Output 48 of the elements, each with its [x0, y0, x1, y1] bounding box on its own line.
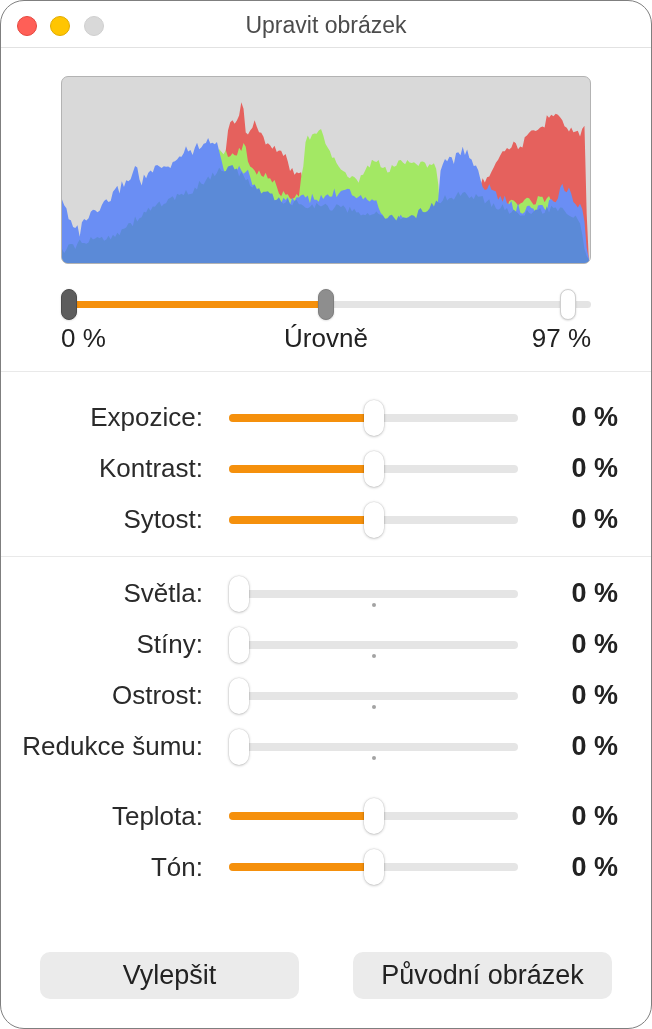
slider-track[interactable]: [229, 849, 518, 885]
close-button[interactable]: [16, 16, 37, 36]
slider-value: 0 %: [571, 731, 618, 762]
levels-slider-track[interactable]: [61, 289, 591, 320]
slider-value: 0 %: [571, 453, 618, 484]
slider-label: Stíny:: [136, 629, 203, 660]
slider-thumb[interactable]: [363, 450, 384, 487]
window-title: Upravit obrázek: [245, 10, 407, 39]
slider-track[interactable]: [229, 575, 518, 612]
slider-label: Tón:: [150, 851, 203, 883]
slider-thumb[interactable]: [229, 626, 249, 663]
levels-handle[interactable]: [318, 289, 334, 320]
slider-label: Teplota:: [111, 800, 203, 832]
slider-label: Ostrost:: [112, 680, 203, 711]
slider-thumb[interactable]: [363, 849, 384, 885]
slider-label: Expozice:: [90, 402, 203, 433]
slider-track[interactable]: [229, 626, 518, 663]
slider-thumb[interactable]: [363, 798, 384, 834]
slider-thumb[interactable]: [363, 399, 384, 436]
slider-track[interactable]: [229, 399, 518, 436]
slider-value: 0 %: [571, 800, 618, 832]
slider-label: Světla:: [123, 578, 203, 609]
levels-handle[interactable]: [61, 289, 77, 320]
levels-max-value: 97 %: [531, 324, 591, 352]
levels-min-value: 0 %: [61, 324, 106, 352]
slider-value: 0 %: [571, 680, 618, 711]
slider-track[interactable]: [229, 728, 518, 765]
slider-track[interactable]: [229, 677, 518, 714]
slider-label: Redukce šumu:: [22, 731, 203, 762]
zoom-button[interactable]: [83, 16, 104, 36]
slider-track[interactable]: [229, 798, 518, 834]
minimize-button[interactable]: [50, 16, 70, 36]
slider-value: 0 %: [571, 851, 618, 883]
slider-thumb[interactable]: [229, 575, 249, 612]
slider-value: 0 %: [571, 504, 618, 535]
slider-track[interactable]: [229, 501, 518, 538]
slider-thumb[interactable]: [229, 677, 249, 714]
slider-track[interactable]: [229, 450, 518, 487]
slider-label: Kontrast:: [98, 453, 203, 484]
levels-label: Úrovně: [284, 324, 368, 352]
slider-value: 0 %: [571, 578, 618, 609]
action-button[interactable]: Vylepšit: [40, 952, 299, 999]
slider-value: 0 %: [571, 629, 618, 660]
action-button[interactable]: Původní obrázek: [353, 952, 612, 999]
slider-thumb[interactable]: [229, 728, 249, 765]
slider-label: Sytost:: [123, 504, 203, 535]
slider-thumb[interactable]: [363, 501, 384, 538]
slider-value: 0 %: [571, 402, 618, 433]
